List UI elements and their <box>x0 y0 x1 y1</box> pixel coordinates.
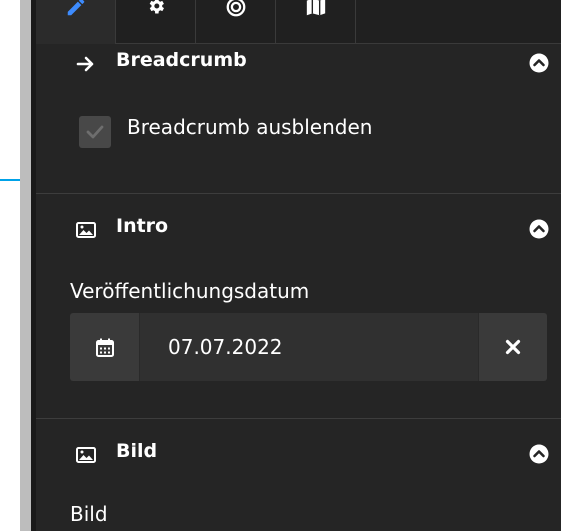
hide-breadcrumb-checkbox[interactable] <box>79 116 111 148</box>
chevron-up-circle-icon <box>529 219 549 239</box>
date-input-group <box>70 313 547 381</box>
section-title: Intro <box>116 215 169 237</box>
arrow-right-icon <box>76 54 96 74</box>
publish-date-input[interactable] <box>140 313 478 381</box>
page-accent-line <box>0 179 20 181</box>
date-field-label: Veröffentlichungsdatum <box>70 279 310 303</box>
clear-date-button[interactable] <box>478 313 547 381</box>
section-header-breadcrumb[interactable]: Breadcrumb <box>36 44 561 84</box>
collapse-button[interactable] <box>529 219 549 239</box>
tab-edit[interactable] <box>36 0 116 44</box>
map-icon <box>306 0 325 16</box>
calendar-button[interactable] <box>70 313 140 381</box>
tab-settings[interactable] <box>116 0 196 44</box>
close-icon <box>505 339 521 355</box>
section-header-bild[interactable]: Bild <box>36 435 561 475</box>
section-title: Bild <box>116 440 158 462</box>
image-icon <box>76 220 96 240</box>
tab-map[interactable] <box>276 0 356 44</box>
chevron-up-circle-icon <box>529 53 549 73</box>
collapse-button[interactable] <box>529 53 549 73</box>
checkbox-label: Breadcrumb ausblenden <box>127 115 373 139</box>
pencil-icon <box>67 0 84 16</box>
tab-target[interactable] <box>196 0 276 44</box>
calendar-icon <box>95 338 114 357</box>
image-field-label: Bild <box>70 502 108 526</box>
collapse-button[interactable] <box>529 444 549 464</box>
section-header-intro[interactable]: Intro <box>36 210 561 250</box>
editor-panel: Breadcrumb Breadcrumb ausblenden Intro V… <box>36 0 561 531</box>
checkmark-icon <box>86 125 104 139</box>
section-bild: Bild <box>36 419 561 531</box>
image-icon <box>76 445 96 465</box>
tab-bar <box>36 0 561 44</box>
chevron-up-circle-icon <box>529 444 549 464</box>
section-title: Breadcrumb <box>116 49 247 71</box>
target-icon <box>226 0 245 17</box>
gear-icon <box>149 0 164 14</box>
section-intro: Intro <box>36 194 561 419</box>
